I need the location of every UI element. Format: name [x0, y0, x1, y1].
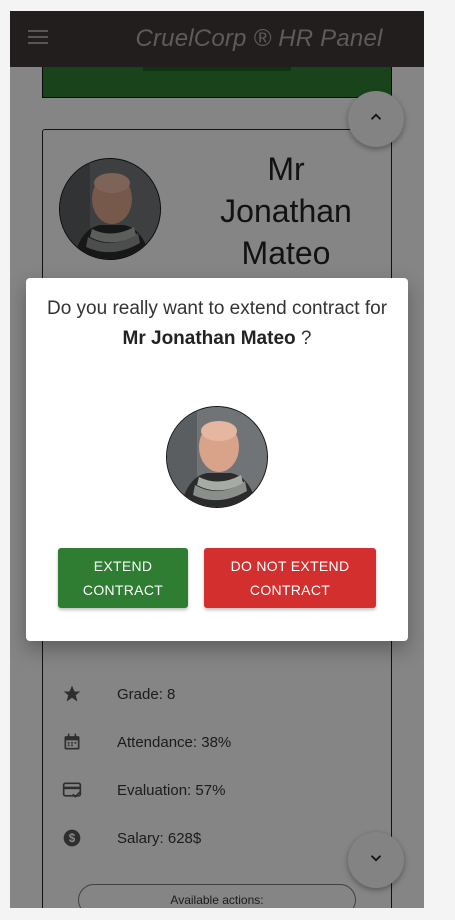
dialog-question: Do you really want to extend contract fo… [36, 294, 398, 354]
dialog-question-end: ? [295, 328, 312, 349]
extend-contract-dialog: Do you really want to extend contract fo… [26, 278, 408, 641]
dialog-question-text: Do you really want to extend contract fo… [46, 298, 388, 319]
dialog-avatar [166, 406, 268, 508]
extend-contract-button[interactable]: EXTEND CONTRACT [58, 548, 188, 608]
extend-label-line-2: CONTRACT [82, 582, 164, 598]
app-screen: CruelCorp ® HR Panel Mr Jonathan Mateo G… [10, 11, 424, 908]
do-not-extend-contract-button[interactable]: DO NOT EXTEND CONTRACT [204, 548, 376, 608]
extend-label-line-1: EXTEND [93, 558, 153, 574]
dialog-employee-name: Mr Jonathan Mateo [122, 328, 296, 349]
noextend-label-line-1: DO NOT EXTEND [230, 558, 350, 574]
noextend-label-line-2: CONTRACT [249, 582, 331, 598]
